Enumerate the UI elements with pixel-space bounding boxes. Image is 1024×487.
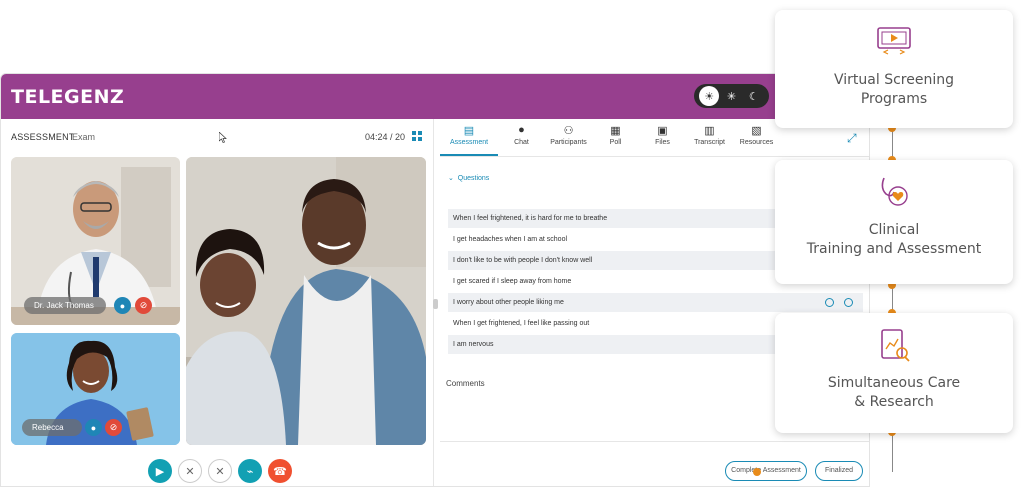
remove-participant-icon[interactable]: ⊘ (135, 297, 152, 314)
video-icon[interactable]: ▶ (148, 459, 172, 483)
complete-assessment-button[interactable]: Complete Assessment (725, 461, 807, 481)
feature-card-simultaneous-care: Simultaneous Care & Research (775, 313, 1013, 433)
files-icon: ▣ (657, 125, 668, 137)
panel-subtitle: Exam (72, 132, 96, 142)
card-title-line: Programs (860, 91, 928, 107)
top-bar: TELEGENZ ☀ ✳ ☾ (1, 74, 869, 119)
participant-name-tag: Dr. Jack Thomas (24, 297, 106, 314)
session-timer: 04:24 / 20 (365, 132, 406, 142)
tab-label: Transcript (694, 139, 725, 146)
resources-icon: ▧ (751, 125, 762, 137)
people-icon: ⚇ (563, 125, 574, 137)
video-screening-icon (877, 27, 911, 55)
sparkle-icon[interactable]: ✳ (721, 86, 741, 106)
poll-icon: ▦ (610, 125, 621, 137)
tab-participants[interactable]: ⚇ Participants (545, 119, 592, 156)
document-icon: ▤ (463, 125, 475, 137)
connector-dot (753, 468, 761, 476)
comments-label[interactable]: Comments (446, 379, 485, 388)
remove-participant-icon[interactable]: ⊘ (105, 419, 122, 436)
chat-icon: ● (518, 124, 525, 136)
chat-bubble-icon[interactable]: ● (85, 419, 102, 436)
tab-assessment[interactable]: ▤ Assessment (440, 119, 498, 156)
questions-label: Questions (457, 175, 490, 182)
card-title-line: Simultaneous Care (827, 375, 961, 391)
grid-layout-icon[interactable] (412, 131, 422, 141)
tab-label: Participants (550, 139, 587, 146)
moon-icon[interactable]: ☾ (744, 86, 764, 106)
divider (440, 441, 869, 442)
tab-label: Poll (609, 139, 622, 146)
video-tile-nurse[interactable]: Rebecca ● ⊘ (11, 333, 180, 445)
tab-resources[interactable]: ▧ Resources (733, 119, 780, 156)
video-tile-main[interactable] (186, 157, 426, 445)
phone-icon[interactable]: ☎ (268, 459, 292, 483)
mic-off-icon[interactable]: ✕ (178, 459, 202, 483)
question-text: When I get frightened, I feel like passi… (453, 320, 590, 327)
expand-icon[interactable]: ⤢ (847, 131, 857, 146)
mouse-cursor-icon (219, 132, 227, 143)
call-controls: ▶ ✕ ✕ ⌁ ☎ (148, 459, 292, 483)
finalized-button[interactable]: Finalized (815, 461, 863, 481)
answer-options (825, 298, 853, 307)
feature-card-virtual-screening: Virtual Screening Programs (775, 10, 1013, 128)
video-tile-doctor[interactable]: Dr. Jack Thomas ● ⊘ (11, 157, 180, 325)
chevron-down-icon: ⌄ (448, 175, 454, 182)
tab-label: Assessment (449, 139, 489, 146)
panel-resize-handle[interactable] (433, 299, 438, 309)
participant-name-tag: Rebecca (22, 419, 82, 436)
stethoscope-heart-icon (881, 177, 908, 206)
transcript-icon: ▥ (704, 125, 715, 137)
sun-icon[interactable]: ☀ (699, 86, 720, 106)
patient-video-image (186, 157, 426, 445)
question-text: I get headaches when I am at school (453, 236, 568, 243)
card-title-line: Clinical (868, 222, 920, 238)
tab-label: Chat (514, 139, 529, 146)
feature-card-clinical-training: Clinical Training and Assessment (775, 160, 1013, 284)
tab-files[interactable]: ▣ Files (639, 119, 686, 156)
telehealth-app-window: TELEGENZ ☀ ✳ ☾ ASSESSMENT Exam 04:24 / 2… (0, 73, 870, 487)
card-title-line: Virtual Screening (834, 72, 954, 88)
connector-line (892, 128, 893, 158)
tab-transcript[interactable]: ▥ Transcript (686, 119, 733, 156)
radio-option[interactable] (825, 298, 834, 307)
question-text: I worry about other people liking me (453, 299, 564, 306)
radio-option[interactable] (844, 298, 853, 307)
card-title-line: Training and Assessment (806, 241, 982, 257)
question-row: I worry about other people liking me (448, 293, 863, 312)
tab-label: Files (655, 139, 670, 146)
question-text: I am nervous (453, 341, 494, 348)
tab-label: Resources (739, 139, 774, 146)
question-text: I don't like to be with people I don't k… (453, 257, 593, 264)
research-clipboard-icon (881, 329, 910, 362)
attachment-icon[interactable]: ⌁ (238, 459, 262, 483)
panel-title: ASSESSMENT (11, 132, 75, 142)
connector-line (892, 432, 893, 472)
app-logo: TELEGENZ (11, 86, 125, 108)
video-panel: ASSESSMENT Exam 04:24 / 20 Dr. Jack Thom (1, 119, 434, 486)
question-text: I get scared if I sleep away from home (453, 278, 572, 285)
question-text: When I feel frightened, it is hard for m… (453, 215, 608, 222)
theme-toggle[interactable]: ☀ ✳ ☾ (694, 84, 769, 108)
tab-chat[interactable]: ● Chat (498, 119, 545, 156)
chat-bubble-icon[interactable]: ● (114, 297, 131, 314)
hand-off-icon[interactable]: ✕ (208, 459, 232, 483)
tab-poll[interactable]: ▦ Poll (592, 119, 639, 156)
card-title-line: & Research (854, 394, 934, 410)
